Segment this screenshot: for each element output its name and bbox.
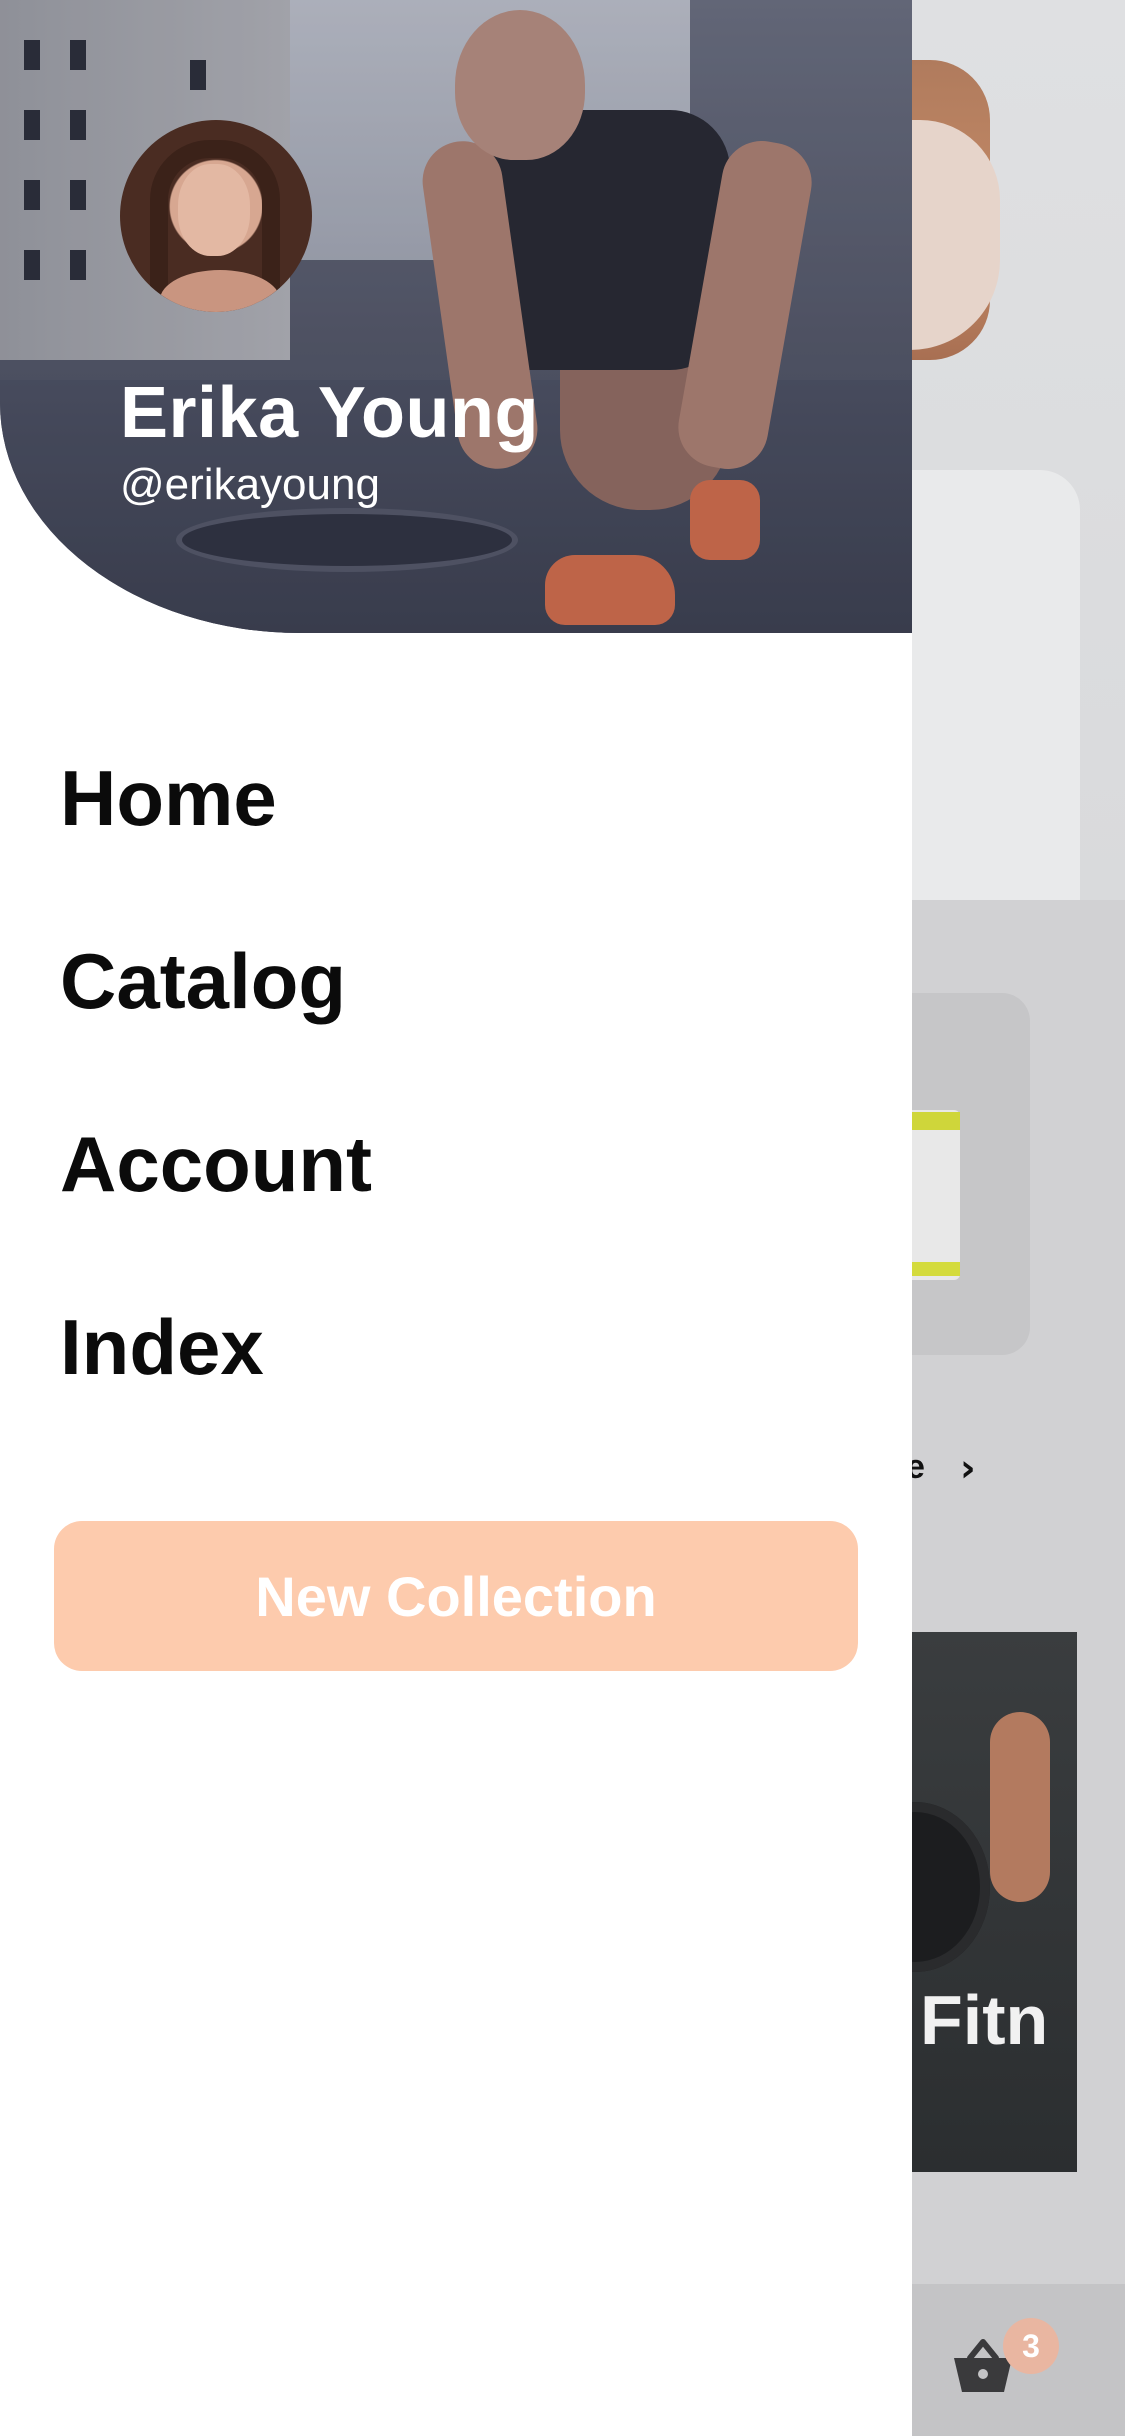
drawer-menu: Home Catalog Account Index: [60, 748, 372, 1480]
new-collection-button[interactable]: New Collection: [54, 1521, 858, 1671]
menu-item-home[interactable]: Home: [60, 748, 372, 931]
menu-item-catalog[interactable]: Catalog: [60, 931, 372, 1114]
avatar[interactable]: [120, 120, 312, 312]
navigation-drawer: Erika Young @erikayoung Home Catalog Acc…: [0, 0, 912, 2436]
menu-item-account[interactable]: Account: [60, 1114, 372, 1297]
user-handle: @erikayoung: [120, 460, 380, 509]
user-name: Erika Young: [120, 373, 539, 453]
drawer-header: Erika Young @erikayoung: [0, 0, 912, 633]
chevron-right-icon[interactable]: ›: [960, 1446, 976, 1490]
background-banner-title: Fitn: [920, 1981, 1049, 2059]
cart-badge: 3: [1003, 2318, 1059, 2374]
menu-item-index[interactable]: Index: [60, 1297, 372, 1480]
